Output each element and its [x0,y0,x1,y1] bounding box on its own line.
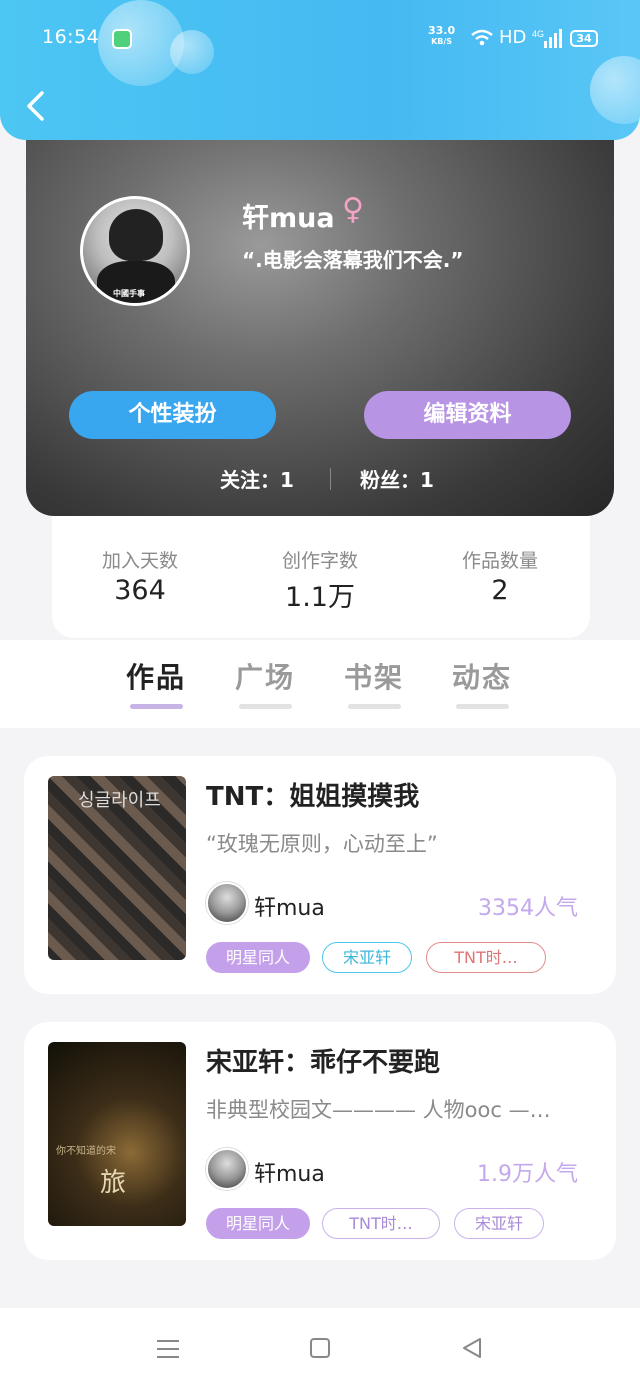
avatar-caption: 中國手事 [113,289,145,298]
following-count[interactable]: 关注：1 [220,464,294,493]
work-title[interactable]: 宋亚轩：乖仔不要跑 [206,1042,440,1079]
back-arrow-icon[interactable] [22,90,48,122]
personal-style-button[interactable]: 个性装扮 [69,391,276,439]
cover-title: 싱글라이프 [78,790,161,811]
stat-works-count: 作品数量 2 [430,546,570,606]
top-header: 16:54 33.0 KB/S HD 4G 34 [0,0,640,140]
wifi-icon [471,29,493,46]
avatar[interactable]: 中國手事 [80,196,190,306]
system-nav-bar [0,1308,640,1387]
speed-unit: KB/S [431,37,453,46]
avatar-hair [109,209,163,261]
work-author: 轩mua [254,896,325,921]
work-description: 非典型校园文———— 人物ooc —… [206,1098,551,1122]
tab-indicator [348,704,401,709]
tab-activity[interactable]: 动态 [452,656,512,696]
work-popularity: 1.9万人气 [477,1162,578,1187]
tab-indicator [239,704,292,709]
tag-chip[interactable]: TNT时… [322,1208,440,1239]
stat-word-count: 创作字数 1.1万 [250,546,390,614]
tab-indicator [456,704,509,709]
work-card[interactable]: 你不知道的宋 旅 宋亚轩：乖仔不要跑 非典型校园文———— 人物ooc —… 轩… [24,1022,616,1260]
stat-value: 1.1万 [285,582,355,613]
home-icon[interactable] [309,1337,331,1359]
tag-chip[interactable]: TNT时… [426,942,546,973]
author-avatar [206,1148,248,1190]
stat-label: 作品数量 [461,550,538,572]
followers-count[interactable]: 粉丝：1 [360,464,434,493]
profile-motto: “.电影会落幕我们不会.” [242,248,464,272]
stats-panel: 加入天数 364 创作字数 1.1万 作品数量 2 [52,516,590,638]
tag-chip[interactable]: 宋亚轩 [322,942,412,973]
stat-label: 创作字数 [281,550,358,572]
svg-text:4G: 4G [532,29,544,39]
stat-value: 2 [491,575,509,606]
tag-chip[interactable]: 明星同人 [206,1208,310,1239]
cover-subtitle: 你不知道的宋 [56,1146,116,1157]
work-title[interactable]: TNT：姐姐摸摸我 [206,776,419,813]
cover-title: 旅 [100,1168,127,1198]
profile-card: 中國手事 轩mua ♀ “.电影会落幕我们不会.” 个性装扮 编辑资料 关注：1… [26,130,614,516]
stat-value: 364 [114,575,166,606]
tab-bookshelf[interactable]: 书架 [344,656,404,696]
signal-icon: 4G [532,29,562,48]
work-popularity: 3354人气 [478,896,578,921]
active-tab-indicator [130,704,183,709]
status-bar: 16:54 33.0 KB/S HD 4G 34 [0,22,640,58]
speed-value: 33.0 [428,24,456,37]
back-triangle-icon[interactable] [460,1336,484,1360]
profile-username: 轩mua [242,203,335,234]
work-cover-image[interactable]: 你不知道的宋 旅 [48,1042,186,1226]
tab-square[interactable]: 广场 [235,656,295,696]
stat-label: 加入天数 [101,550,178,572]
female-gender-icon: ♀ [342,192,364,227]
status-time: 16:54 [42,26,100,48]
edit-profile-button[interactable]: 编辑资料 [364,391,571,439]
decor-bubble [590,56,640,124]
network-speed: 33.0 KB/S [428,25,455,47]
app-notification-icon [112,29,132,49]
tag-chip[interactable]: 明星同人 [206,942,310,973]
work-card[interactable]: 싱글라이프 TNT：姐姐摸摸我 “玫瑰无原则，心动至上” 轩mua 3354人气… [24,756,616,994]
stat-join-days: 加入天数 364 [70,546,210,606]
tag-chip[interactable]: 宋亚轩 [454,1208,544,1239]
tab-works[interactable]: 作品 [126,656,186,696]
work-description: “玫瑰无原则，心动至上” [206,832,438,856]
follow-divider [330,468,331,490]
tab-bar: 作品 广场 书架 动态 [0,640,640,728]
battery-icon: 34 [570,30,598,47]
author-avatar [206,882,248,924]
hd-indicator: HD [499,27,527,48]
work-cover-image[interactable]: 싱글라이프 [48,776,186,960]
work-author: 轩mua [254,1162,325,1187]
menu-icon[interactable] [156,1338,180,1360]
